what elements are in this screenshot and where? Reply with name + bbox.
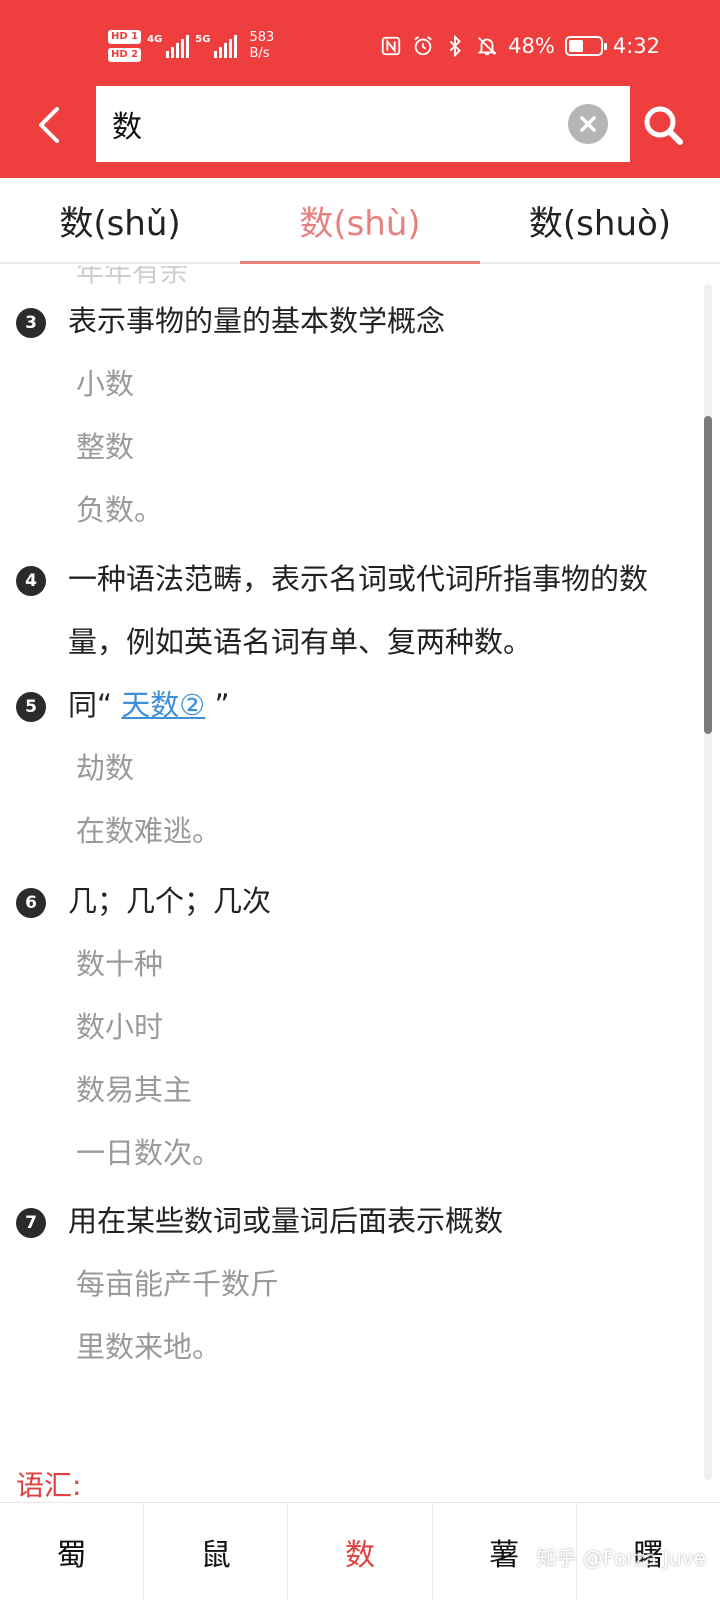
cut-off-example: 年年有余 [76, 266, 189, 288]
alarm-icon [414, 36, 432, 56]
status-right: 48% 4:32 [380, 30, 660, 62]
definition-number: 3 [16, 308, 46, 338]
example-text: 整数 [76, 430, 135, 464]
app-header: HD 1 HD 2 4G 5G 583 B/s 48% 4:32 [0, 0, 720, 178]
example-text: 在数难逃。 [76, 814, 222, 848]
definition-text: 同“ 天数② ” [68, 674, 706, 737]
example-text: 负数。 [76, 493, 164, 527]
pronunciation-tabs: 数(shǔ) 数(shù) 数(shuò) [0, 178, 720, 264]
example-text: 数小时 [76, 1010, 164, 1044]
watermark-text: 知乎 @Forza Juve [536, 1546, 706, 1570]
definition-item: 6 几；几个；几次 数十种 数小时 数易其主 一日数次。 [16, 870, 706, 1185]
clear-search-button[interactable] [568, 104, 608, 144]
definition-number: 7 [16, 1208, 46, 1238]
tab-shu3[interactable]: 数(shǔ) [0, 178, 240, 262]
text-prefix: 同“ [68, 688, 122, 722]
network-type-label: 4G [147, 34, 163, 45]
scrollbar[interactable] [704, 284, 712, 1480]
nfc-icon [381, 36, 401, 56]
vocabulary-heading: 语汇: [16, 1469, 82, 1502]
mute-bell-icon [477, 37, 497, 56]
definition-number: 6 [16, 888, 46, 918]
back-button[interactable] [26, 100, 70, 150]
search-icon [644, 106, 683, 145]
network-type-label: 5G [195, 34, 211, 45]
cross-reference-link[interactable]: 天数② [121, 688, 205, 722]
search-input[interactable] [112, 86, 552, 162]
example-text: 每亩能产千数斤 [76, 1267, 280, 1301]
definition-item: 5 同“ 天数② ” 劫数 在数难逃。 [16, 674, 706, 863]
scrollbar-thumb[interactable] [704, 416, 712, 734]
status-bar: HD 1 HD 2 4G 5G 583 B/s 48% 4:32 [0, 0, 720, 88]
back-arrow-icon [39, 107, 59, 143]
definition-text: 几；几个；几次 [68, 884, 272, 918]
network-speed: 583 B/s [249, 30, 274, 62]
signal-icon-sim2: 5G [195, 34, 238, 58]
nav-char-shu-number[interactable]: 数 [288, 1503, 433, 1600]
definition-text-line1: 一种语法范畴，表示名词或代词所指事物的数 [68, 562, 649, 596]
bluetooth-icon [449, 35, 462, 57]
nav-char-shu-mouse[interactable]: 鼠 [144, 1503, 289, 1600]
text-suffix: ” [205, 688, 230, 722]
example-text: 数易其主 [76, 1073, 193, 1107]
speed-value: 583 [249, 30, 275, 45]
definition-text: 用在某些数词或量词后面表示概数 [68, 1204, 504, 1238]
definition-text: 表示事物的量的基本数学概念 [68, 304, 446, 338]
battery-icon [564, 36, 607, 56]
hd2-badge: HD 2 [108, 48, 142, 62]
tab-shuo4[interactable]: 数(shuò) [480, 178, 720, 262]
example-text: 小数 [76, 367, 135, 401]
definition-content[interactable]: 年年有余 3 表示事物的量的基本数学概念 小数 整数 负数。 4 一种语法范畴，… [0, 266, 720, 1502]
definition-item: 3 表示事物的量的基本数学概念 小数 整数 负数。 [16, 290, 706, 542]
example-text: 数十种 [76, 947, 164, 981]
battery-percent: 48% [508, 34, 555, 58]
definition-item: 7 用在某些数词或量词后面表示概数 每亩能产千数斤 里数来地。 [16, 1190, 706, 1379]
example-text: 里数来地。 [76, 1330, 222, 1364]
hd1-badge: HD 1 [108, 30, 142, 44]
search-box [96, 86, 630, 162]
tab-shu4[interactable]: 数(shù) [240, 178, 480, 264]
speed-unit: B/s [249, 46, 270, 61]
search-button[interactable] [638, 98, 688, 152]
status-left: HD 1 HD 2 4G 5G 583 B/s [108, 24, 274, 68]
definition-number: 4 [16, 566, 46, 596]
close-icon [580, 116, 596, 132]
nav-char-shu-sichuan[interactable]: 蜀 [0, 1503, 145, 1600]
definition-number: 5 [16, 692, 46, 722]
example-text: 一日数次。 [76, 1136, 222, 1170]
hd-indicators: HD 1 HD 2 [108, 30, 142, 62]
definition-text-line2: 量，例如英语名词有单、复两种数。 [68, 625, 533, 659]
definition-item: 4 一种语法范畴，表示名词或代词所指事物的数 量，例如英语名词有单、复两种数。 [16, 548, 706, 674]
clock: 4:32 [612, 34, 660, 58]
example-text: 劫数 [76, 751, 135, 785]
signal-icon-sim1: 4G [147, 34, 190, 58]
